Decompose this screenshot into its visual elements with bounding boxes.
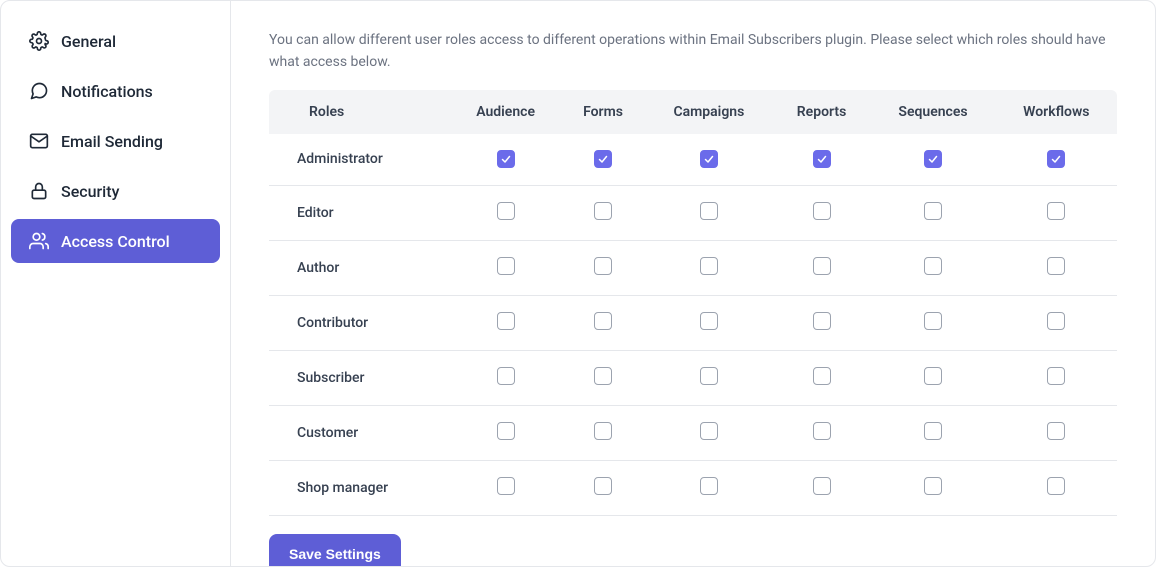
users-icon: [29, 231, 49, 251]
description-text: You can allow different user roles acces…: [269, 29, 1117, 74]
role-name: Editor: [269, 185, 450, 240]
role-name: Subscriber: [269, 350, 450, 405]
table-row: Customer: [269, 405, 1117, 460]
settings-container: General Notifications Email Sending Securit…: [0, 0, 1156, 567]
checkbox-workflows[interactable]: [1047, 422, 1065, 440]
table-row: Editor: [269, 185, 1117, 240]
save-settings-button[interactable]: Save Settings: [269, 534, 401, 566]
checkbox-workflows[interactable]: [1047, 477, 1065, 495]
column-header-reports: Reports: [773, 90, 871, 134]
checkbox-sequences[interactable]: [924, 202, 942, 220]
checkbox-reports[interactable]: [813, 312, 831, 330]
table-row: Shop manager: [269, 460, 1117, 515]
checkbox-forms[interactable]: [594, 367, 612, 385]
checkbox-sequences[interactable]: [924, 367, 942, 385]
checkbox-audience[interactable]: [497, 150, 515, 168]
gear-icon: [29, 31, 49, 51]
checkbox-audience[interactable]: [497, 257, 515, 275]
checkbox-reports[interactable]: [813, 202, 831, 220]
role-name: Administrator: [269, 134, 450, 186]
checkbox-workflows[interactable]: [1047, 202, 1065, 220]
checkbox-campaigns[interactable]: [700, 312, 718, 330]
checkbox-reports[interactable]: [813, 257, 831, 275]
sidebar-item-security[interactable]: Security: [11, 169, 220, 213]
column-header-roles: Roles: [269, 90, 450, 134]
lock-icon: [29, 181, 49, 201]
role-name: Customer: [269, 405, 450, 460]
checkbox-sequences[interactable]: [924, 257, 942, 275]
checkbox-workflows[interactable]: [1047, 367, 1065, 385]
checkbox-audience[interactable]: [497, 202, 515, 220]
checkbox-forms[interactable]: [594, 202, 612, 220]
sidebar-item-label: Security: [61, 182, 119, 201]
sidebar: General Notifications Email Sending Securit…: [1, 1, 231, 566]
table-row: Subscriber: [269, 350, 1117, 405]
column-header-audience: Audience: [450, 90, 561, 134]
checkbox-sequences[interactable]: [924, 312, 942, 330]
sidebar-item-email-sending[interactable]: Email Sending: [11, 119, 220, 163]
checkbox-audience[interactable]: [497, 422, 515, 440]
checkbox-reports[interactable]: [813, 150, 831, 168]
column-header-sequences: Sequences: [870, 90, 995, 134]
chat-icon: [29, 81, 49, 101]
checkbox-reports[interactable]: [813, 422, 831, 440]
column-header-campaigns: Campaigns: [645, 90, 773, 134]
sidebar-item-notifications[interactable]: Notifications: [11, 69, 220, 113]
checkbox-reports[interactable]: [813, 367, 831, 385]
checkbox-audience[interactable]: [497, 312, 515, 330]
role-name: Shop manager: [269, 460, 450, 515]
column-header-workflows: Workflows: [996, 90, 1117, 134]
checkbox-workflows[interactable]: [1047, 257, 1065, 275]
sidebar-item-label: General: [61, 32, 116, 51]
mail-icon: [29, 131, 49, 151]
checkbox-sequences[interactable]: [924, 477, 942, 495]
checkbox-forms[interactable]: [594, 312, 612, 330]
checkbox-forms[interactable]: [594, 477, 612, 495]
checkbox-workflows[interactable]: [1047, 150, 1065, 168]
roles-table: RolesAudienceFormsCampaignsReportsSequen…: [269, 90, 1117, 516]
checkbox-campaigns[interactable]: [700, 257, 718, 275]
checkbox-campaigns[interactable]: [700, 150, 718, 168]
checkbox-campaigns[interactable]: [700, 477, 718, 495]
sidebar-item-label: Email Sending: [61, 132, 163, 151]
checkbox-audience[interactable]: [497, 477, 515, 495]
sidebar-item-label: Notifications: [61, 82, 153, 101]
column-header-forms: Forms: [561, 90, 645, 134]
checkbox-forms[interactable]: [594, 422, 612, 440]
checkbox-forms[interactable]: [594, 257, 612, 275]
sidebar-item-label: Access Control: [61, 232, 170, 251]
sidebar-item-general[interactable]: General: [11, 19, 220, 63]
table-row: Contributor: [269, 295, 1117, 350]
sidebar-item-access-control[interactable]: Access Control: [11, 219, 220, 263]
role-name: Contributor: [269, 295, 450, 350]
role-name: Author: [269, 240, 450, 295]
checkbox-campaigns[interactable]: [700, 367, 718, 385]
table-row: Administrator: [269, 134, 1117, 186]
checkbox-forms[interactable]: [594, 150, 612, 168]
checkbox-audience[interactable]: [497, 367, 515, 385]
checkbox-workflows[interactable]: [1047, 312, 1065, 330]
table-row: Author: [269, 240, 1117, 295]
checkbox-campaigns[interactable]: [700, 202, 718, 220]
checkbox-reports[interactable]: [813, 477, 831, 495]
main-content: You can allow different user roles acces…: [231, 1, 1155, 566]
checkbox-campaigns[interactable]: [700, 422, 718, 440]
checkbox-sequences[interactable]: [924, 150, 942, 168]
checkbox-sequences[interactable]: [924, 422, 942, 440]
